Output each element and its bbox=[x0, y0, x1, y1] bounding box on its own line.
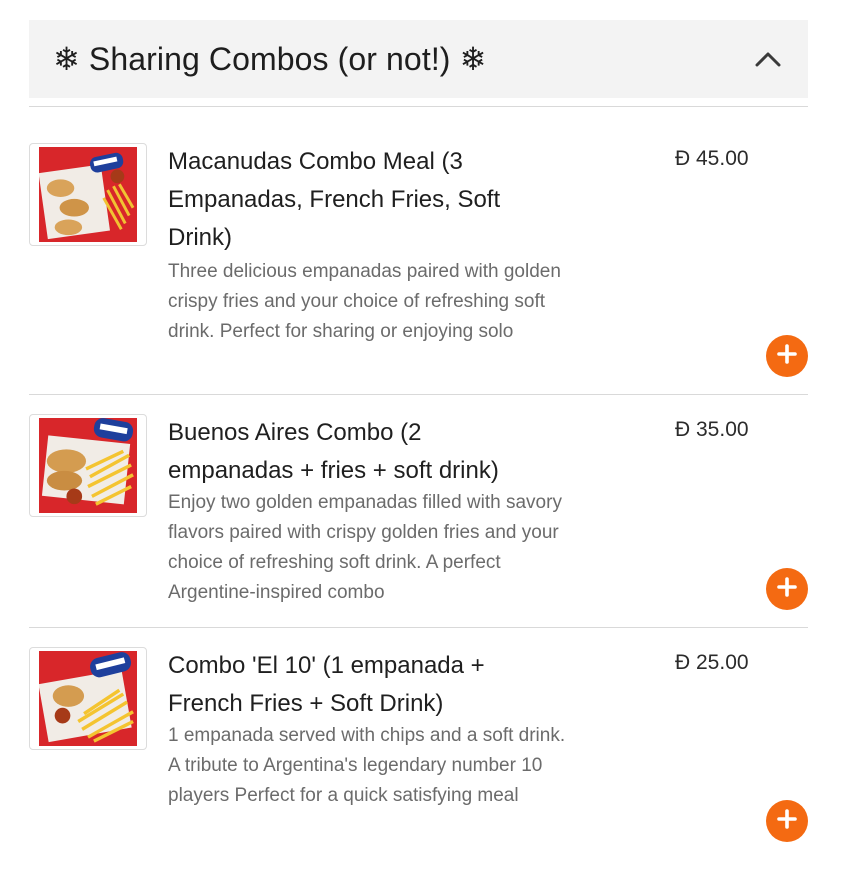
item-name: Buenos Aires Combo (2 empanadas + fries … bbox=[168, 419, 499, 484]
item-description: Enjoy two golden empanadas filled with s… bbox=[168, 492, 562, 603]
item-image[interactable] bbox=[29, 647, 147, 750]
plus-icon bbox=[776, 343, 798, 370]
item-price: Đ 45.00 bbox=[675, 147, 749, 170]
section-title: ❄ Sharing Combos (or not!) ❄ bbox=[53, 41, 487, 77]
item-price: Đ 25.00 bbox=[675, 651, 749, 674]
divider bbox=[29, 394, 808, 395]
plus-icon bbox=[776, 808, 798, 835]
item-name: Combo 'El 10' (1 empanada + French Fries… bbox=[168, 652, 485, 717]
section-header[interactable]: ❄ Sharing Combos (or not!) ❄ bbox=[29, 20, 808, 98]
plus-icon bbox=[776, 576, 798, 603]
divider bbox=[29, 627, 808, 628]
chevron-up-icon[interactable] bbox=[754, 45, 782, 73]
item-description: 1 empanada served with chips and a soft … bbox=[168, 725, 566, 806]
add-button[interactable] bbox=[766, 568, 808, 610]
item-image[interactable] bbox=[29, 414, 147, 517]
add-button[interactable] bbox=[766, 800, 808, 842]
item-name: Macanudas Combo Meal (3 Empanadas, Frenc… bbox=[168, 148, 501, 251]
item-image[interactable] bbox=[29, 143, 147, 246]
menu-item[interactable]: Macanudas Combo Meal (3 Empanadas, Frenc… bbox=[29, 143, 808, 383]
item-price: Đ 35.00 bbox=[675, 418, 749, 441]
item-description: Three delicious empanadas paired with go… bbox=[168, 261, 561, 342]
divider bbox=[29, 106, 808, 107]
add-button[interactable] bbox=[766, 335, 808, 377]
menu-item[interactable]: Combo 'El 10' (1 empanada + French Fries… bbox=[29, 647, 808, 847]
menu-item[interactable]: Buenos Aires Combo (2 empanadas + fries … bbox=[29, 414, 808, 614]
